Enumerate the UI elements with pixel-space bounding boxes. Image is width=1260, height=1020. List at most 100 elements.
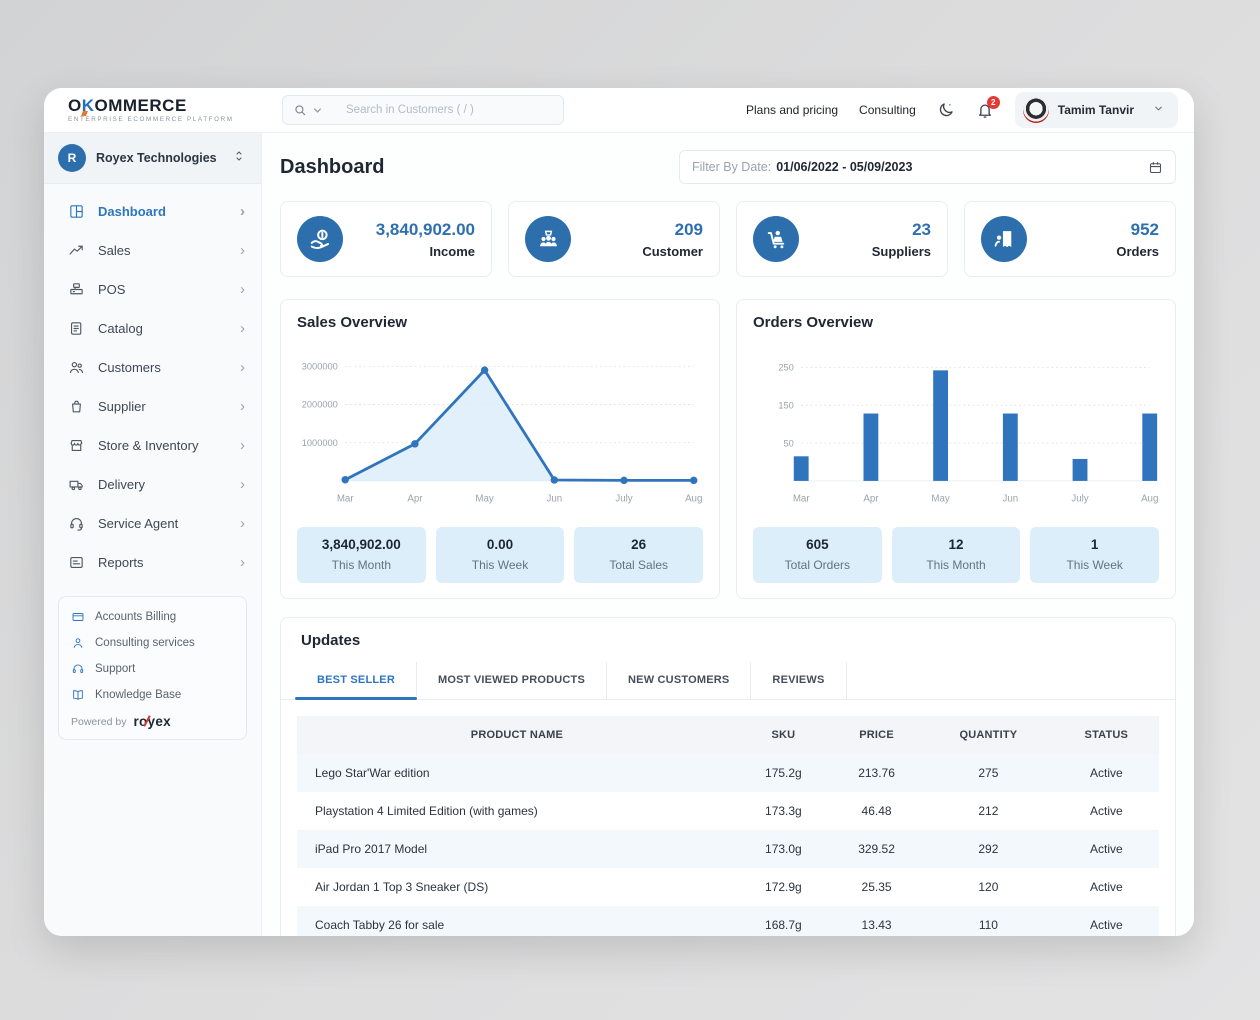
page-title: Dashboard xyxy=(280,156,384,179)
updates-tab[interactable]: NEW CUSTOMERS xyxy=(607,662,751,699)
search-icon xyxy=(293,103,307,117)
cell-price: 213.76 xyxy=(830,754,923,792)
sidebar-item-label: Dashboard xyxy=(98,204,166,219)
stat-card: 23 Suppliers xyxy=(736,201,948,277)
logo-text: OKOMMERCE xyxy=(68,97,262,114)
pill-value: 12 xyxy=(898,537,1015,552)
sidebar: R Royex Technologies Dashboard › xyxy=(44,133,262,936)
updates-title: Updates xyxy=(281,632,1175,662)
cell-status: Active xyxy=(1054,868,1159,906)
powered-by: Powered by royex xyxy=(71,714,234,729)
svg-text:Apr: Apr xyxy=(407,493,423,504)
pill-label: This Month xyxy=(898,558,1015,572)
svg-text:50: 50 xyxy=(783,438,793,448)
sidebar-item[interactable]: Store & Inventory › xyxy=(44,426,261,465)
customer-group-icon xyxy=(525,216,571,262)
pill-label: This Month xyxy=(303,558,420,572)
table-row[interactable]: Coach Tabby 26 for sale 168.7g 13.43 110… xyxy=(297,906,1159,936)
tab-label: MOST VIEWED PRODUCTS xyxy=(438,674,585,686)
dark-mode-moon-icon[interactable] xyxy=(937,101,955,119)
svg-text:Jun: Jun xyxy=(546,493,562,504)
sidebar-item[interactable]: Reports › xyxy=(44,543,261,582)
footer-link-label: Consulting services xyxy=(95,637,195,649)
billing-card-icon xyxy=(71,610,85,624)
cell-quantity: 292 xyxy=(923,830,1054,868)
search-input[interactable] xyxy=(328,104,553,116)
sidebar-footer-link[interactable]: Support xyxy=(71,662,234,676)
sidebar-item-label: Service Agent xyxy=(98,516,178,531)
global-search[interactable] xyxy=(282,95,564,125)
royex-logo: royex xyxy=(133,714,171,729)
table-row[interactable]: Playstation 4 Limited Edition (with game… xyxy=(297,792,1159,830)
table-row[interactable]: Lego Star'War edition 175.2g 213.76 275 … xyxy=(297,754,1159,792)
sidebar-item[interactable]: POS › xyxy=(44,270,261,309)
catalog-icon xyxy=(68,320,85,337)
sidebar-item[interactable]: Catalog › xyxy=(44,309,261,348)
orders-overview-chart: 50150250MarAprMayJunJulyAug xyxy=(753,335,1159,523)
consulting-link[interactable]: Consulting xyxy=(859,103,916,117)
cell-quantity: 120 xyxy=(923,868,1054,906)
sidebar-item[interactable]: Service Agent › xyxy=(44,504,261,543)
pill-label: Total Sales xyxy=(580,558,697,572)
table-row[interactable]: iPad Pro 2017 Model 173.0g 329.52 292 Ac… xyxy=(297,830,1159,868)
sidebar-footer-link[interactable]: Consulting services xyxy=(71,636,234,650)
sidebar-item[interactable]: Supplier › xyxy=(44,387,261,426)
cell-product-name: Air Jordan 1 Top 3 Sneaker (DS) xyxy=(297,868,737,906)
sidebar-item-label: POS xyxy=(98,282,125,297)
user-menu[interactable]: Tamim Tanvir xyxy=(1015,92,1178,128)
org-switcher[interactable]: R Royex Technologies xyxy=(44,133,261,184)
notification-badge: 2 xyxy=(987,96,1000,109)
cell-quantity: 212 xyxy=(923,792,1054,830)
consulting-person-icon xyxy=(71,636,85,650)
svg-text:2000000: 2000000 xyxy=(302,400,338,410)
tab-label: BEST SELLER xyxy=(317,674,395,686)
cell-status: Active xyxy=(1054,906,1159,936)
stat-label: Suppliers xyxy=(872,245,931,258)
sidebar-footer: Accounts Billing Consulting services Sup… xyxy=(58,596,247,740)
stat-value: 3,840,902.00 xyxy=(376,221,475,238)
sales-overview-card: Sales Overview 100000020000003000000MarA… xyxy=(280,299,720,599)
summary-pill: 605 Total Orders xyxy=(753,527,882,583)
updates-tab[interactable]: MOST VIEWED PRODUCTS xyxy=(417,662,607,699)
delivery-truck-icon xyxy=(68,476,85,493)
date-filter[interactable]: Filter By Date: 01/06/2022 - 05/09/2023 xyxy=(679,150,1176,184)
orders-invoice-icon xyxy=(981,216,1027,262)
cell-quantity: 110 xyxy=(923,906,1054,936)
footer-link-label: Support xyxy=(95,663,135,675)
svg-text:3000000: 3000000 xyxy=(302,362,338,372)
svg-text:May: May xyxy=(931,493,950,504)
stat-value: 952 xyxy=(1116,221,1159,238)
stat-label: Income xyxy=(376,245,475,258)
chevron-down-icon[interactable] xyxy=(312,105,323,116)
table-row[interactable]: Air Jordan 1 Top 3 Sneaker (DS) 172.9g 2… xyxy=(297,868,1159,906)
date-filter-value: 01/06/2022 - 05/09/2023 xyxy=(776,160,912,174)
sidebar-item[interactable]: Customers › xyxy=(44,348,261,387)
service-agent-icon xyxy=(68,515,85,532)
svg-text:250: 250 xyxy=(778,363,793,373)
org-name: Royex Technologies xyxy=(96,151,217,165)
updates-tab[interactable]: BEST SELLER xyxy=(296,662,417,699)
chevron-right-icon: › xyxy=(240,360,245,375)
plans-and-pricing-link[interactable]: Plans and pricing xyxy=(746,103,838,117)
sidebar-footer-link[interactable]: Knowledge Base xyxy=(71,688,234,702)
chevron-down-icon xyxy=(1143,101,1164,119)
chevron-right-icon: › xyxy=(240,282,245,297)
svg-text:Mar: Mar xyxy=(793,493,811,504)
cell-price: 46.48 xyxy=(830,792,923,830)
sidebar-item[interactable]: Dashboard › xyxy=(44,192,261,231)
sidebar-footer-link[interactable]: Accounts Billing xyxy=(71,610,234,624)
updates-tab[interactable]: REVIEWS xyxy=(751,662,846,699)
sidebar-item[interactable]: Sales › xyxy=(44,231,261,270)
chevron-right-icon: › xyxy=(240,321,245,336)
cell-price: 13.43 xyxy=(830,906,923,936)
pill-value: 0.00 xyxy=(442,537,559,552)
notifications-bell-icon[interactable]: 2 xyxy=(976,101,994,119)
okommerce-logo[interactable]: OKOMMERCE Enterprise Ecommerce Platform xyxy=(44,97,262,123)
cell-product-name: Playstation 4 Limited Edition (with game… xyxy=(297,792,737,830)
pill-value: 26 xyxy=(580,537,697,552)
calendar-icon[interactable] xyxy=(1148,160,1163,175)
cell-sku: 173.3g xyxy=(737,792,830,830)
sidebar-item[interactable]: Delivery › xyxy=(44,465,261,504)
cell-status: Active xyxy=(1054,792,1159,830)
cell-sku: 168.7g xyxy=(737,906,830,936)
